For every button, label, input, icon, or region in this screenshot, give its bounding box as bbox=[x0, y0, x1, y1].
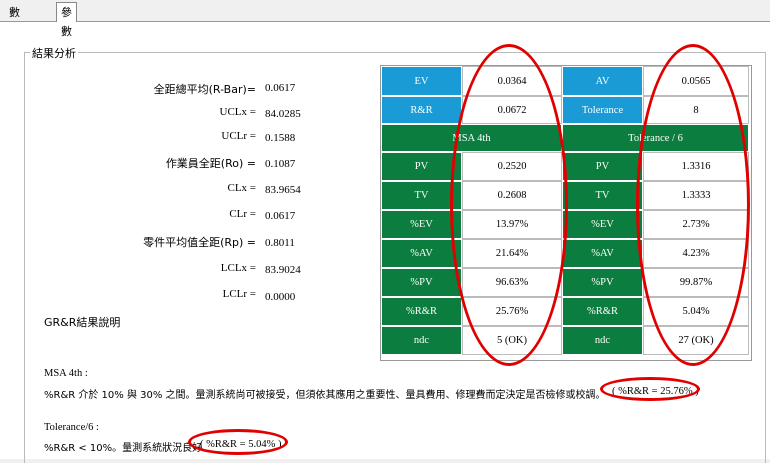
stat-value-uclx: 84.0285 bbox=[265, 108, 301, 120]
grr-explanation-title: GR&R結果說明 bbox=[44, 316, 121, 329]
row-label-tv: TV bbox=[381, 181, 462, 210]
tab-data-input[interactable]: 數據輸入 bbox=[6, 4, 23, 70]
table-label-av: AV bbox=[562, 66, 643, 96]
msa-value-pv: 0.2520 bbox=[462, 152, 562, 181]
grr-results-table: EV 0.0364 AV 0.0565 R&R 0.0672 Tolerance… bbox=[380, 65, 752, 361]
tol-value-ndc: 27 (OK) bbox=[643, 326, 749, 355]
tol-value-rr-pct: 5.04% bbox=[643, 297, 749, 326]
tol-value-tv: 1.3333 bbox=[643, 181, 749, 210]
row-label-ndc: ndc bbox=[381, 326, 462, 355]
stat-value-lclr: 0.0000 bbox=[265, 291, 296, 303]
stat-label-lclx: LCLx = bbox=[220, 262, 256, 274]
stat-label-rp: 零件平均值全距(Rp) = bbox=[143, 236, 256, 249]
row-label-rr-pct: %R&R bbox=[381, 297, 462, 326]
msa-value-rr-pct: 25.76% bbox=[462, 297, 562, 326]
tab-parameters[interactable]: 參數 bbox=[56, 2, 77, 38]
stat-label-clx: CLx = bbox=[227, 182, 256, 194]
stat-value-rp: 0.8011 bbox=[265, 237, 295, 249]
table-label-ev: EV bbox=[381, 66, 462, 96]
msa-value-pv-pct: 96.63% bbox=[462, 268, 562, 297]
stat-value-rbar: 0.0617 bbox=[265, 82, 296, 94]
row-label-ev-pct: %EV bbox=[381, 210, 462, 239]
row-label-ndc-tol: ndc bbox=[562, 326, 643, 355]
row-label-pv-pct: %PV bbox=[381, 268, 462, 297]
msa-value-ndc: 5 (OK) bbox=[462, 326, 562, 355]
stat-value-uclr: 0.1588 bbox=[265, 132, 296, 144]
msa-explanation-text: %R&R 介於 10% 與 30% 之間。量測系統尚可被接受，但須依其應用之重要… bbox=[44, 390, 606, 401]
stat-value-clx: 83.9654 bbox=[265, 184, 301, 196]
msa-value-ev-pct: 13.97% bbox=[462, 210, 562, 239]
table-label-rr: R&R bbox=[381, 96, 462, 124]
msa-value-tv: 0.2608 bbox=[462, 181, 562, 210]
msa-explanation-result: ( %R&R = 25.76% ) bbox=[612, 386, 699, 397]
stat-label-uclr: UCLr = bbox=[221, 130, 256, 142]
row-label-tv-tol: TV bbox=[562, 181, 643, 210]
stat-label-ro: 作業員全距(Ro) = bbox=[165, 157, 256, 170]
row-label-av-pct: %AV bbox=[381, 239, 462, 268]
row-label-pv-tol: PV bbox=[562, 152, 643, 181]
table-value-av: 0.0565 bbox=[643, 66, 749, 96]
table-value-tolerance: 8 bbox=[643, 96, 749, 124]
row-label-av-pct-tol: %AV bbox=[562, 239, 643, 268]
tol-value-pv-pct: 99.87% bbox=[643, 268, 749, 297]
header-tolerance-6: Tolerance / 6 bbox=[562, 124, 749, 152]
tol-value-ev-pct: 2.73% bbox=[643, 210, 749, 239]
stat-label-clr: CLr = bbox=[229, 208, 256, 220]
stat-label-uclx: UCLx = bbox=[219, 106, 256, 118]
tolerance-explanation-title: Tolerance/6 : bbox=[44, 422, 99, 433]
stat-label-lclr: LCLr = bbox=[222, 288, 256, 300]
row-label-ev-pct-tol: %EV bbox=[562, 210, 643, 239]
msa-value-av-pct: 21.64% bbox=[462, 239, 562, 268]
table-label-tolerance: Tolerance bbox=[562, 96, 643, 124]
msa-explanation-title: MSA 4th : bbox=[44, 368, 88, 379]
tol-value-pv: 1.3316 bbox=[643, 152, 749, 181]
stat-value-clr: 0.0617 bbox=[265, 210, 296, 222]
row-label-pv: PV bbox=[381, 152, 462, 181]
row-label-pv-pct-tol: %PV bbox=[562, 268, 643, 297]
stat-value-ro: 0.1087 bbox=[265, 158, 296, 170]
tolerance-explanation-result: ( %R&R = 5.04% ) bbox=[200, 439, 282, 450]
tol-value-av-pct: 4.23% bbox=[643, 239, 749, 268]
header-msa-4th: MSA 4th bbox=[381, 124, 562, 152]
section-title: 結果分析 bbox=[30, 45, 78, 61]
table-value-rr: 0.0672 bbox=[462, 96, 562, 124]
stat-label-rbar: 全距總平均(R-Bar)= bbox=[153, 83, 256, 96]
stat-value-lclx: 83.9024 bbox=[265, 264, 301, 276]
tolerance-explanation-text: %R&R < 10%。量測系統狀況良好 bbox=[44, 443, 203, 454]
row-label-rr-pct-tol: %R&R bbox=[562, 297, 643, 326]
table-value-ev: 0.0364 bbox=[462, 66, 562, 96]
